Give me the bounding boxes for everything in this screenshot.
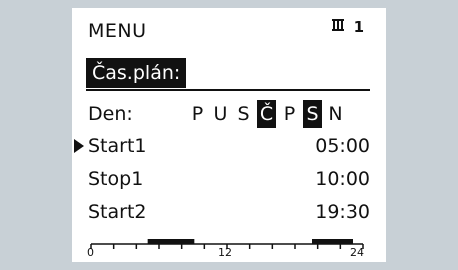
- schedule-row-value[interactable]: 19:30: [315, 198, 370, 226]
- schedule-row[interactable]: Start1 05:00: [74, 132, 370, 160]
- schedule-row-label: Start1: [88, 135, 147, 157]
- display-screen: MENU 1 Čas.plán: Den: PUSČPSN Start1 05:0…: [72, 8, 386, 262]
- day-1[interactable]: U: [211, 100, 230, 128]
- day-4[interactable]: P: [280, 100, 299, 128]
- day-6[interactable]: N: [326, 100, 345, 128]
- schedule-row-value[interactable]: 10:00: [315, 165, 370, 193]
- day-row: Den: PUSČPSN: [88, 100, 370, 128]
- thermostat-indicator: 1: [332, 18, 364, 36]
- schedule-row-label: Start2: [88, 201, 147, 223]
- schedule-row-label: Stop1: [88, 168, 144, 190]
- schedule-row[interactable]: Start2 19:30: [88, 198, 370, 226]
- day-label: Den:: [88, 103, 133, 125]
- active-period: [312, 239, 353, 244]
- active-period: [147, 239, 195, 244]
- tick-label-end: 24: [350, 246, 364, 259]
- timeline-bar: 0 12 24: [87, 234, 370, 260]
- tick-label-mid: 12: [218, 246, 232, 259]
- schedule-row-value[interactable]: 05:00: [315, 132, 370, 160]
- day-2[interactable]: S: [234, 100, 253, 128]
- day-0[interactable]: P: [188, 100, 207, 128]
- menu-title: MENU: [88, 20, 147, 42]
- day-5[interactable]: S: [303, 100, 322, 128]
- divider: [86, 89, 370, 91]
- selection-cursor-icon: [74, 139, 84, 153]
- tick-label-start: 0: [87, 246, 94, 259]
- radiator-icon: [332, 18, 348, 36]
- schedule-title: Čas.plán:: [86, 58, 187, 88]
- thermostat-number: 1: [353, 18, 364, 36]
- schedule-row[interactable]: Stop1 10:00: [88, 165, 370, 193]
- day-selector[interactable]: PUSČPSN: [188, 100, 349, 128]
- day-3[interactable]: Č: [257, 100, 276, 128]
